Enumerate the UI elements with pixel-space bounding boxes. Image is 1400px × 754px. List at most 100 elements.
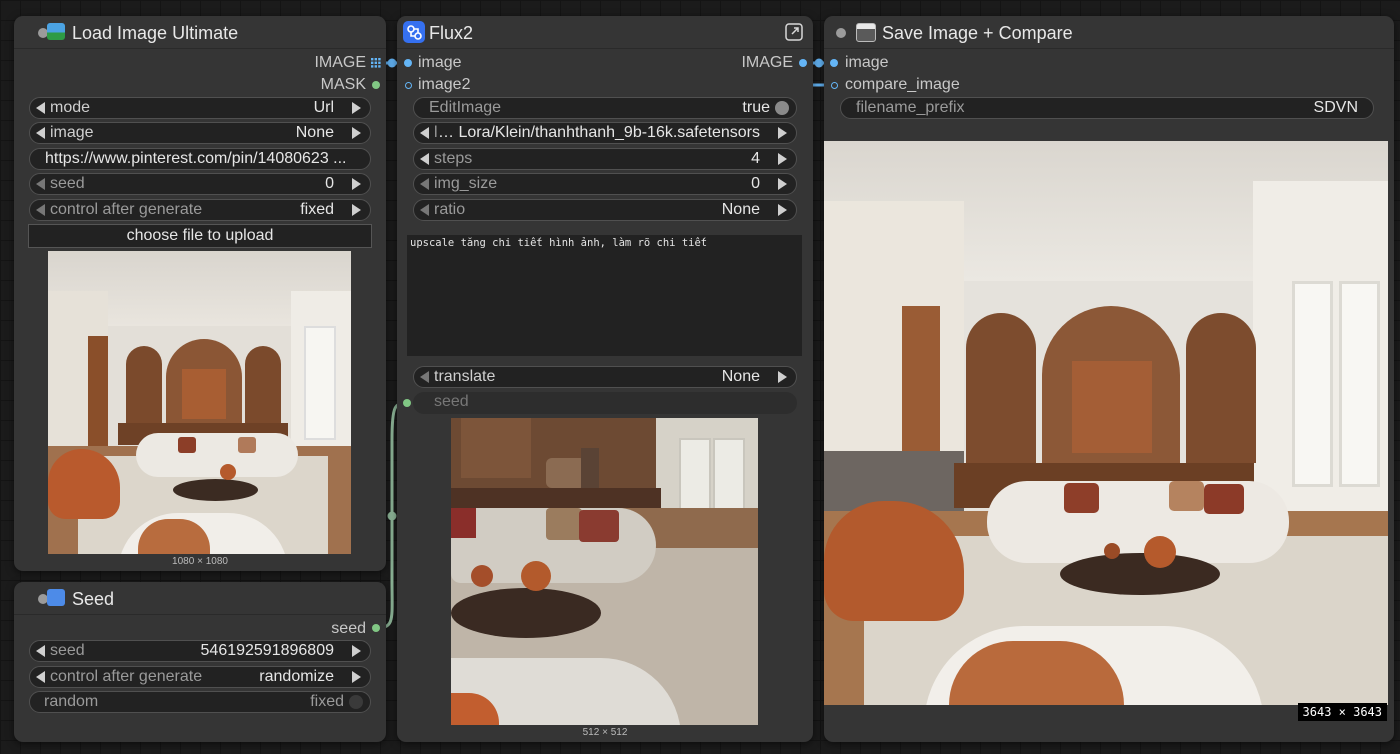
seed-output-socket[interactable]: [372, 624, 380, 632]
mode-combo[interactable]: mode Url: [29, 97, 371, 119]
result-compare-image[interactable]: [824, 141, 1388, 705]
arrow-left-icon[interactable]: [420, 371, 429, 383]
load-image-header[interactable]: Load Image Ultimate: [14, 16, 386, 49]
choose-file-label: choose file to upload: [126, 227, 274, 244]
arrow-right-icon[interactable]: [778, 178, 787, 190]
arrow-right-icon[interactable]: [352, 204, 361, 216]
url-field[interactable]: https://www.pinterest.com/pin/14080623 .…: [29, 148, 371, 170]
mode-label: mode: [50, 99, 91, 116]
arrow-left-icon[interactable]: [36, 671, 45, 683]
save-header[interactable]: Save Image + Compare: [824, 16, 1394, 49]
arrow-right-icon[interactable]: [352, 178, 361, 190]
input-image-preview: [48, 251, 351, 554]
choose-file-button[interactable]: choose file to upload: [28, 224, 372, 248]
steps-label: steps: [434, 150, 473, 167]
arrow-right-icon[interactable]: [778, 371, 787, 383]
arrow-left-icon[interactable]: [36, 102, 45, 114]
seed-number-widget[interactable]: seed 0: [29, 173, 371, 195]
img-size-widget[interactable]: img_size 0: [413, 173, 797, 195]
lora-combo[interactable]: l … Lora/Klein/thanhthanh_9b-16k.safeten…: [413, 122, 797, 144]
arrow-left-icon[interactable]: [36, 178, 45, 190]
img-size-label: img_size: [434, 175, 498, 192]
arrow-right-icon[interactable]: [352, 127, 361, 139]
seed-label: seed: [50, 642, 85, 659]
arrow-right-icon[interactable]: [352, 102, 361, 114]
ratio-value: None: [721, 201, 760, 218]
arrow-left-icon[interactable]: [420, 127, 429, 139]
translate-label: translate: [434, 368, 496, 385]
steps-widget[interactable]: steps 4: [413, 148, 797, 170]
output-seed-label: seed: [331, 620, 366, 637]
seed-input-label: seed: [434, 393, 469, 410]
output-image-label: IMAGE: [741, 54, 793, 71]
edit-image-value: true: [742, 99, 770, 116]
image-label: image: [50, 124, 94, 141]
image-link-midpoint: [387, 58, 397, 68]
filename-value: SDVN: [1313, 99, 1358, 116]
url-value: https://www.pinterest.com/pin/14080623 .…: [45, 150, 347, 167]
image-combo[interactable]: image None: [29, 122, 371, 144]
random-label: random: [44, 693, 99, 710]
output-image-preview: [451, 418, 758, 725]
arrow-left-icon[interactable]: [420, 178, 429, 190]
random-value: fixed: [310, 693, 344, 710]
control-label: control after generate: [50, 668, 203, 685]
filename-label: filename_prefix: [856, 99, 965, 116]
image-input-socket[interactable]: [404, 59, 412, 67]
seed-input-slot[interactable]: seed: [413, 392, 797, 414]
control-after-generate-combo[interactable]: control after generate fixed: [29, 199, 371, 221]
arrow-left-icon[interactable]: [420, 204, 429, 216]
seed-control-combo[interactable]: control after generate randomize: [29, 666, 371, 688]
flux2-node[interactable]: Flux2 image image2 IMAGE EditImage true …: [397, 16, 813, 742]
arrow-left-icon[interactable]: [36, 204, 45, 216]
arrow-right-icon[interactable]: [352, 645, 361, 657]
input-image-label: image: [845, 54, 889, 71]
steps-value: 4: [751, 150, 760, 167]
seed-input-socket[interactable]: [403, 399, 411, 407]
image-output-socket[interactable]: [799, 59, 807, 67]
seed-value-widget[interactable]: seed 546192591896809: [29, 640, 371, 662]
floppy-disk-icon: [856, 23, 876, 42]
seed-node[interactable]: Seed seed seed 546192591896809 control a…: [14, 582, 386, 742]
translate-combo[interactable]: translate None: [413, 366, 797, 388]
seed-header[interactable]: Seed: [14, 582, 386, 615]
arrow-right-icon[interactable]: [352, 671, 361, 683]
numbers-emoji-icon: [47, 589, 65, 606]
flux2-header[interactable]: Flux2: [397, 16, 813, 49]
expand-icon[interactable]: [785, 23, 803, 41]
input-compare-label: compare_image: [845, 76, 960, 93]
ratio-combo[interactable]: ratio None: [413, 199, 797, 221]
compare-input-socket[interactable]: [831, 82, 838, 89]
image-grid-socket-icon[interactable]: [371, 58, 381, 68]
load-image-node[interactable]: Load Image Ultimate IMAGE MASK mode Url …: [14, 16, 386, 571]
arrow-right-icon[interactable]: [778, 127, 787, 139]
result-size-text: 3643 × 3643: [1302, 705, 1382, 719]
edit-image-toggle[interactable]: EditImage true: [413, 97, 797, 119]
image-input-socket[interactable]: [830, 59, 838, 67]
random-toggle[interactable]: random fixed: [29, 691, 371, 713]
arrow-left-icon[interactable]: [36, 645, 45, 657]
lora-value: … Lora/Klein/thanhthanh_9b-16k.safetenso…: [438, 124, 760, 141]
toggle-off-icon[interactable]: [349, 695, 363, 709]
control-value: randomize: [259, 668, 334, 685]
save-compare-node[interactable]: Save Image + Compare image compare_image…: [824, 16, 1394, 742]
arrow-left-icon[interactable]: [36, 127, 45, 139]
result-size-badge: 3643 × 3643: [1297, 703, 1387, 721]
node-title: Flux2: [429, 23, 474, 43]
arrow-left-icon[interactable]: [420, 153, 429, 165]
toggle-on-icon[interactable]: [775, 101, 789, 115]
prompt-text: upscale tăng chi tiết hình ảnh, làm rõ c…: [410, 237, 708, 249]
arrow-right-icon[interactable]: [778, 204, 787, 216]
arrow-right-icon[interactable]: [778, 153, 787, 165]
filename-prefix-field[interactable]: filename_prefix SDVN: [840, 97, 1374, 119]
collapse-dot[interactable]: [836, 28, 846, 38]
image2-input-socket[interactable]: [405, 82, 412, 89]
input-image-label: image: [418, 54, 462, 71]
mask-output-socket[interactable]: [372, 81, 380, 89]
seed-value: 0: [325, 175, 334, 192]
prompt-textarea[interactable]: upscale tăng chi tiết hình ảnh, làm rõ c…: [407, 235, 802, 356]
control-value: fixed: [300, 201, 334, 218]
output-image-label: IMAGE: [314, 54, 366, 71]
translate-value: None: [721, 368, 760, 385]
seed-label: seed: [50, 175, 85, 192]
